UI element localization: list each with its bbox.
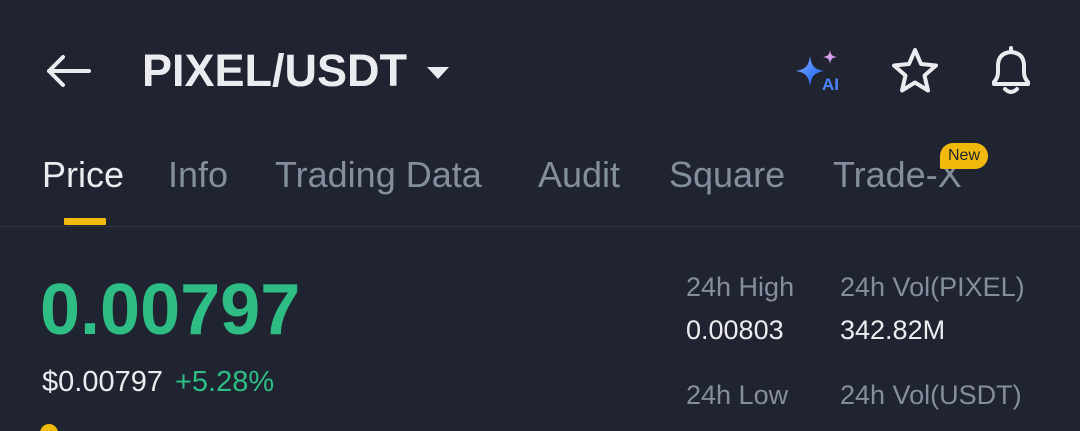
detail-tabs: Price Info Trading Data Audit Square Tra… bbox=[0, 140, 1080, 227]
tab-info[interactable]: Info bbox=[168, 154, 228, 196]
ai-button[interactable]: AI bbox=[788, 46, 848, 98]
new-badge: New bbox=[940, 143, 989, 169]
stat-24h-high-label: 24h High bbox=[686, 272, 795, 302]
tab-audit[interactable]: Audit bbox=[538, 154, 620, 196]
favorite-button[interactable] bbox=[886, 46, 944, 98]
cutoff-badge bbox=[40, 424, 58, 431]
last-price: 0.00797 bbox=[40, 270, 301, 350]
usd-price: $0.00797 bbox=[42, 366, 163, 398]
ai-sparkle-icon: AI bbox=[796, 50, 839, 94]
stat-24h-low-label: 24h Low bbox=[686, 380, 789, 410]
stat-24h-vol-base-value: 342.82M bbox=[840, 315, 946, 345]
star-icon bbox=[892, 48, 938, 93]
header-bar: PIXEL/USDT AI bbox=[0, 0, 1080, 140]
pair-selector[interactable]: PIXEL/USDT bbox=[142, 44, 451, 98]
tab-square[interactable]: Square bbox=[669, 154, 785, 196]
tab-price[interactable]: Price bbox=[42, 154, 124, 196]
back-arrow-icon bbox=[47, 55, 91, 87]
pair-detail-screen: PIXEL/USDT AI Price Info Trading Data Au… bbox=[0, 0, 1080, 431]
stat-24h-vol-quote-label: 24h Vol(USDT) bbox=[840, 380, 1022, 410]
caret-down-icon bbox=[427, 67, 450, 79]
back-button[interactable] bbox=[40, 46, 96, 96]
bell-icon bbox=[992, 46, 1030, 94]
price-subline: $0.00797 +5.28% bbox=[42, 366, 274, 399]
pair-title: PIXEL/USDT bbox=[142, 45, 408, 96]
tab-trading-data[interactable]: Trading Data bbox=[275, 154, 482, 196]
stat-24h-vol-base-label: 24h Vol(PIXEL) bbox=[840, 272, 1025, 302]
active-tab-indicator bbox=[64, 218, 106, 225]
svg-text:AI: AI bbox=[822, 75, 839, 94]
price-alert-button[interactable] bbox=[982, 42, 1040, 100]
stat-24h-high-value: 0.00803 bbox=[686, 315, 784, 345]
price-change-percent: +5.28% bbox=[174, 366, 275, 398]
